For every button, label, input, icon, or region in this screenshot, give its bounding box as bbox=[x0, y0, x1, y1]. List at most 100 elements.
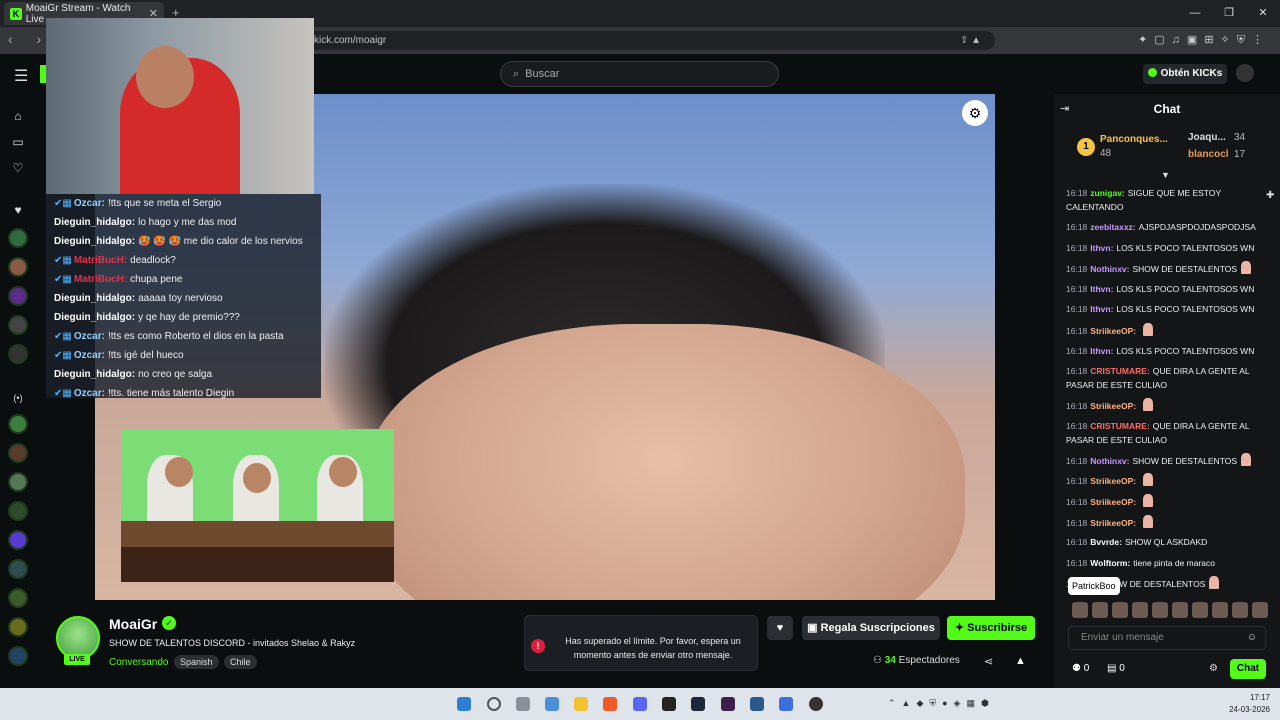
steam-icon[interactable] bbox=[691, 697, 705, 711]
stream-category[interactable]: Conversando bbox=[109, 657, 168, 668]
chat-message[interactable]: 16:18 zunigav: SIGUE QUE ME ESTOY CALENTAN… bbox=[1066, 186, 1268, 214]
emote-icon[interactable] bbox=[1132, 602, 1148, 618]
chat-username[interactable]: Bvvrde: bbox=[1090, 537, 1122, 547]
chat-message[interactable]: 16:18 Ithvn: LOS KLS POCO TALENTOSOS WN bbox=[1066, 344, 1268, 358]
follow-heart-icon[interactable]: ♥ bbox=[767, 616, 793, 640]
get-kicks-button[interactable]: Obtén KICKs bbox=[1143, 64, 1227, 84]
chat-message[interactable]: 16:18 Bvvrde: SHOW QL ASKDAKD bbox=[1066, 535, 1268, 549]
app-icon[interactable] bbox=[779, 697, 793, 711]
system-tray-icons[interactable]: ⌃▲◆⛨●◈▦⬢ bbox=[888, 698, 995, 709]
start-icon[interactable] bbox=[457, 697, 471, 711]
minimize-button[interactable]: — bbox=[1178, 0, 1212, 27]
channel-points[interactable]: ⚉ 0 bbox=[1072, 663, 1089, 674]
obs-icon[interactable] bbox=[809, 697, 823, 711]
recommended-channel-avatar[interactable] bbox=[8, 559, 28, 579]
chat-message[interactable]: 16:18 Nothinxv: SHOW DE DESTALENTOS bbox=[1066, 261, 1268, 276]
emote-icon[interactable] bbox=[1232, 602, 1248, 618]
channel-name[interactable]: MoaiGr bbox=[109, 616, 157, 632]
player-settings-icon[interactable]: ⚙ bbox=[962, 100, 988, 126]
tag-language[interactable]: Spanish bbox=[174, 655, 219, 669]
recommended-channel-avatar[interactable] bbox=[8, 443, 28, 463]
leaderboard-third-name[interactable]: blancocl bbox=[1188, 149, 1229, 160]
search-input[interactable]: ⌕ Buscar bbox=[500, 61, 779, 87]
chat-username[interactable]: zunigav: bbox=[1090, 188, 1124, 198]
recommended-channel-avatar[interactable] bbox=[8, 530, 28, 550]
chat-username[interactable]: Nothinxv: bbox=[1090, 264, 1129, 274]
emote-icon[interactable] bbox=[1152, 602, 1168, 618]
epic-games-icon[interactable] bbox=[662, 697, 676, 711]
chat-username[interactable]: StriikeeOP: bbox=[1090, 401, 1136, 411]
chat-username[interactable]: CRISTUMARE: bbox=[1090, 366, 1150, 376]
chat-message[interactable]: 16:18 Ithvn: LOS KLS POCO TALENTOSOS WN bbox=[1066, 241, 1268, 255]
emote-icon[interactable] bbox=[1072, 602, 1088, 618]
followed-channel-avatar[interactable] bbox=[8, 257, 28, 277]
task-view-icon[interactable] bbox=[516, 697, 530, 711]
chat-username[interactable]: Wolftorm: bbox=[1090, 558, 1130, 568]
menu-icon[interactable]: ☰ bbox=[14, 66, 28, 86]
report-icon[interactable]: ▲ bbox=[1015, 655, 1026, 667]
emote-icon[interactable] bbox=[1212, 602, 1228, 618]
home-icon[interactable]: ⌂ bbox=[10, 108, 26, 124]
chat-message[interactable]: 16:18 Nothinxv: SHOW DE DESTALENTOS bbox=[1066, 452, 1268, 468]
chat-username[interactable]: Ithvn: bbox=[1090, 243, 1113, 253]
chat-username[interactable]: StriikeeOP: bbox=[1090, 497, 1136, 507]
extensions-icon[interactable]: ✦▢♫▣⊞✧⛨⋮ bbox=[1138, 33, 1270, 47]
chat-message[interactable]: 16:18 StriikeeOP: bbox=[1066, 514, 1268, 530]
browse-icon[interactable]: ▭ bbox=[10, 134, 26, 150]
send-chat-button[interactable]: Chat bbox=[1230, 659, 1266, 679]
app-icon[interactable] bbox=[721, 697, 735, 711]
chat-message[interactable]: 16:18 Wolftorm: tiene pinta de maraco bbox=[1066, 556, 1268, 570]
chat-username[interactable]: CRISTUMARE: bbox=[1090, 421, 1150, 431]
recommended-channel-avatar[interactable] bbox=[8, 472, 28, 492]
discord-icon[interactable] bbox=[633, 697, 647, 711]
chat-settings-icon[interactable]: ⚙ bbox=[1209, 663, 1218, 674]
chat-username[interactable]: Ithvn: bbox=[1090, 346, 1113, 356]
emote-icon[interactable] bbox=[1192, 602, 1208, 618]
expand-leaderboard-icon[interactable]: ▼ bbox=[1161, 170, 1170, 180]
chat-message[interactable]: 16:18 zeebitaxxz: AJSPDJASPDOJDASPODJSA bbox=[1066, 220, 1268, 234]
chat-username[interactable]: StriikeeOP: bbox=[1090, 326, 1136, 336]
chat-username[interactable]: Nothinxv: bbox=[1090, 456, 1129, 466]
recommended-channel-avatar[interactable] bbox=[8, 617, 28, 637]
followed-channel-avatar[interactable] bbox=[8, 286, 28, 306]
maximize-button[interactable]: ❐ bbox=[1212, 0, 1246, 27]
close-window-button[interactable]: ✕ bbox=[1246, 0, 1280, 27]
chat-username[interactable]: StriikeeOP: bbox=[1090, 518, 1136, 528]
emoji-picker-icon[interactable]: ☺ bbox=[1247, 627, 1257, 649]
url-field[interactable]: kick.com/moaigr ⇪ ▲ bbox=[300, 31, 995, 50]
user-avatar[interactable] bbox=[1236, 64, 1254, 82]
following-heart-icon[interactable]: ♡ bbox=[10, 160, 26, 176]
chat-message[interactable]: 16:18 Ithvn: LOS KLS POCO TALENTOSOS WN bbox=[1066, 302, 1268, 316]
chat-username[interactable]: Ithvn: bbox=[1090, 284, 1113, 294]
search-taskbar-icon[interactable] bbox=[487, 697, 501, 711]
chat-message[interactable]: 16:18 StriikeeOP: bbox=[1066, 494, 1268, 509]
leaderboard-second-name[interactable]: Joaqu... bbox=[1188, 132, 1226, 143]
recommended-channel-avatar[interactable] bbox=[8, 646, 28, 666]
chat-message[interactable]: 16:18 StriikeeOP: bbox=[1066, 473, 1268, 488]
kicks-balance[interactable]: ▤ 0 bbox=[1107, 663, 1125, 674]
recommended-channel-avatar[interactable] bbox=[8, 588, 28, 608]
gift-subs-button[interactable]: ▣ Regala Suscripciones bbox=[802, 616, 940, 640]
chat-message[interactable]: 16:18 CRISTUMARE: QUE DIRA LA GENTE AL PAS… bbox=[1066, 419, 1268, 447]
tag-country[interactable]: Chile bbox=[224, 655, 257, 669]
followed-channel-avatar[interactable] bbox=[8, 344, 28, 364]
chat-username[interactable]: Ithvn: bbox=[1090, 304, 1113, 314]
clock[interactable]: 17:17 24-03-2026 bbox=[1229, 692, 1270, 716]
recommended-channel-avatar[interactable] bbox=[8, 501, 28, 521]
back-forward-icon[interactable]: ‹ › bbox=[8, 31, 51, 47]
chat-message[interactable]: 16:18 CRISTUMARE: QUE DIRA LA GENTE AL PAS… bbox=[1066, 364, 1268, 392]
emote-icon[interactable] bbox=[1172, 602, 1188, 618]
emote-icon[interactable] bbox=[1092, 602, 1108, 618]
brave-icon[interactable] bbox=[603, 697, 617, 711]
leaderboard-first-name[interactable]: Panconques... bbox=[1100, 134, 1168, 145]
file-explorer-icon[interactable] bbox=[574, 697, 588, 711]
recommended-channel-avatar[interactable] bbox=[8, 414, 28, 434]
followed-channel-avatar[interactable] bbox=[8, 315, 28, 335]
chat-username[interactable]: zeebitaxxz: bbox=[1090, 222, 1135, 232]
share-page-icon[interactable]: ⇪ ▲ bbox=[960, 31, 981, 50]
app-icon[interactable] bbox=[750, 697, 764, 711]
store-icon[interactable] bbox=[545, 697, 559, 711]
chat-message-input[interactable]: Enviar un mensaje ☺ bbox=[1068, 626, 1266, 650]
subscribe-button[interactable]: ✦ Suscribirse bbox=[947, 616, 1035, 640]
chat-message[interactable]: 16:18 StriikeeOP: bbox=[1066, 398, 1268, 413]
